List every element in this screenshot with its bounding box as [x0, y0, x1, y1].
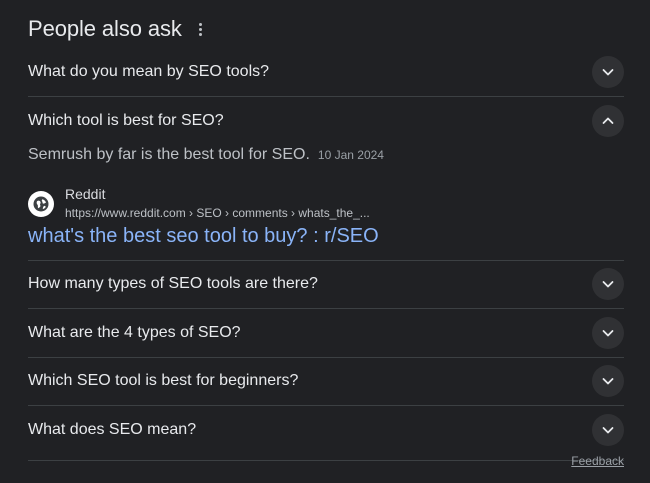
source-url: https://www.reddit.com › SEO › comments … — [65, 206, 370, 220]
result-link[interactable]: what's the best seo tool to buy? : r/SEO — [28, 225, 379, 248]
chevron-down-icon[interactable] — [592, 56, 624, 88]
chevron-down-icon[interactable] — [592, 365, 624, 397]
question-row-3[interactable]: How many types of SEO tools are there? — [28, 260, 624, 308]
source-text: Reddit https://www.reddit.com › SEO › co… — [65, 186, 370, 221]
chevron-up-icon[interactable] — [592, 105, 624, 137]
question-row-2[interactable]: Which tool is best for SEO? — [28, 97, 624, 145]
source-block[interactable]: Reddit https://www.reddit.com › SEO › co… — [28, 186, 370, 221]
answer-snippet: Semrush by far is the best tool for SEO. — [28, 146, 310, 163]
people-also-ask-panel: People also ask What do you mean by SEO … — [0, 0, 650, 483]
question-row-1[interactable]: What do you mean by SEO tools? — [28, 48, 624, 96]
question-text: Which tool is best for SEO? — [28, 112, 224, 129]
globe-icon — [28, 190, 54, 217]
answer-snippet-row: Semrush by far is the best tool for SEO.… — [28, 146, 384, 164]
question-row-4[interactable]: What are the 4 types of SEO? — [28, 309, 624, 357]
answer-date: 10 Jan 2024 — [317, 148, 384, 162]
question-text: What do you mean by SEO tools? — [28, 63, 270, 80]
question-text: What are the 4 types of SEO? — [28, 324, 241, 341]
question-text: What does SEO mean? — [28, 421, 197, 438]
feedback-link[interactable]: Feedback — [571, 454, 624, 468]
chevron-down-icon[interactable] — [592, 268, 624, 300]
chevron-down-icon[interactable] — [592, 414, 624, 446]
chevron-down-icon[interactable] — [592, 317, 624, 349]
question-row-6[interactable]: What does SEO mean? — [28, 406, 624, 454]
paa-header: People also ask — [28, 14, 208, 44]
more-vert-icon[interactable] — [194, 18, 208, 40]
question-text: How many types of SEO tools are there? — [28, 275, 318, 292]
paa-title: People also ask — [28, 16, 182, 41]
divider — [28, 460, 624, 461]
question-row-5[interactable]: Which SEO tool is best for beginners? — [28, 357, 624, 405]
source-name: Reddit — [65, 186, 106, 202]
question-text: Which SEO tool is best for beginners? — [28, 372, 299, 389]
